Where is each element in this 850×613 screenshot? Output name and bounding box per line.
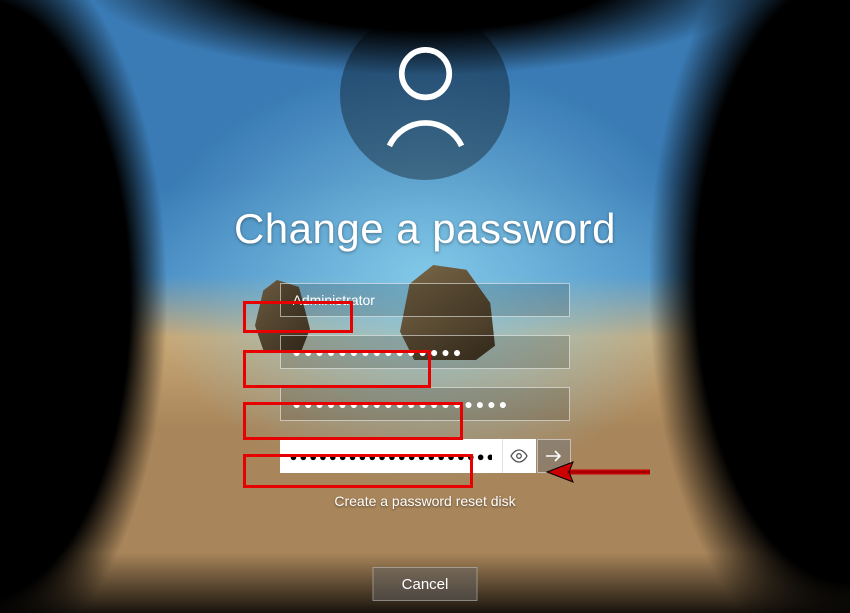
page-title: Change a password bbox=[234, 205, 616, 253]
username-field[interactable] bbox=[280, 283, 570, 317]
submit-button[interactable] bbox=[537, 439, 571, 473]
confirm-password-field[interactable] bbox=[280, 439, 502, 473]
reveal-password-button[interactable] bbox=[502, 439, 536, 473]
change-password-form bbox=[280, 283, 571, 473]
eye-icon bbox=[510, 449, 528, 463]
password-reset-disk-link[interactable]: Create a password reset disk bbox=[334, 493, 515, 509]
user-avatar bbox=[340, 10, 510, 180]
new-password-field[interactable] bbox=[280, 387, 570, 421]
old-password-field[interactable] bbox=[280, 335, 570, 369]
cancel-button[interactable]: Cancel bbox=[373, 567, 478, 601]
person-icon bbox=[378, 43, 473, 148]
arrow-right-icon bbox=[545, 449, 563, 463]
